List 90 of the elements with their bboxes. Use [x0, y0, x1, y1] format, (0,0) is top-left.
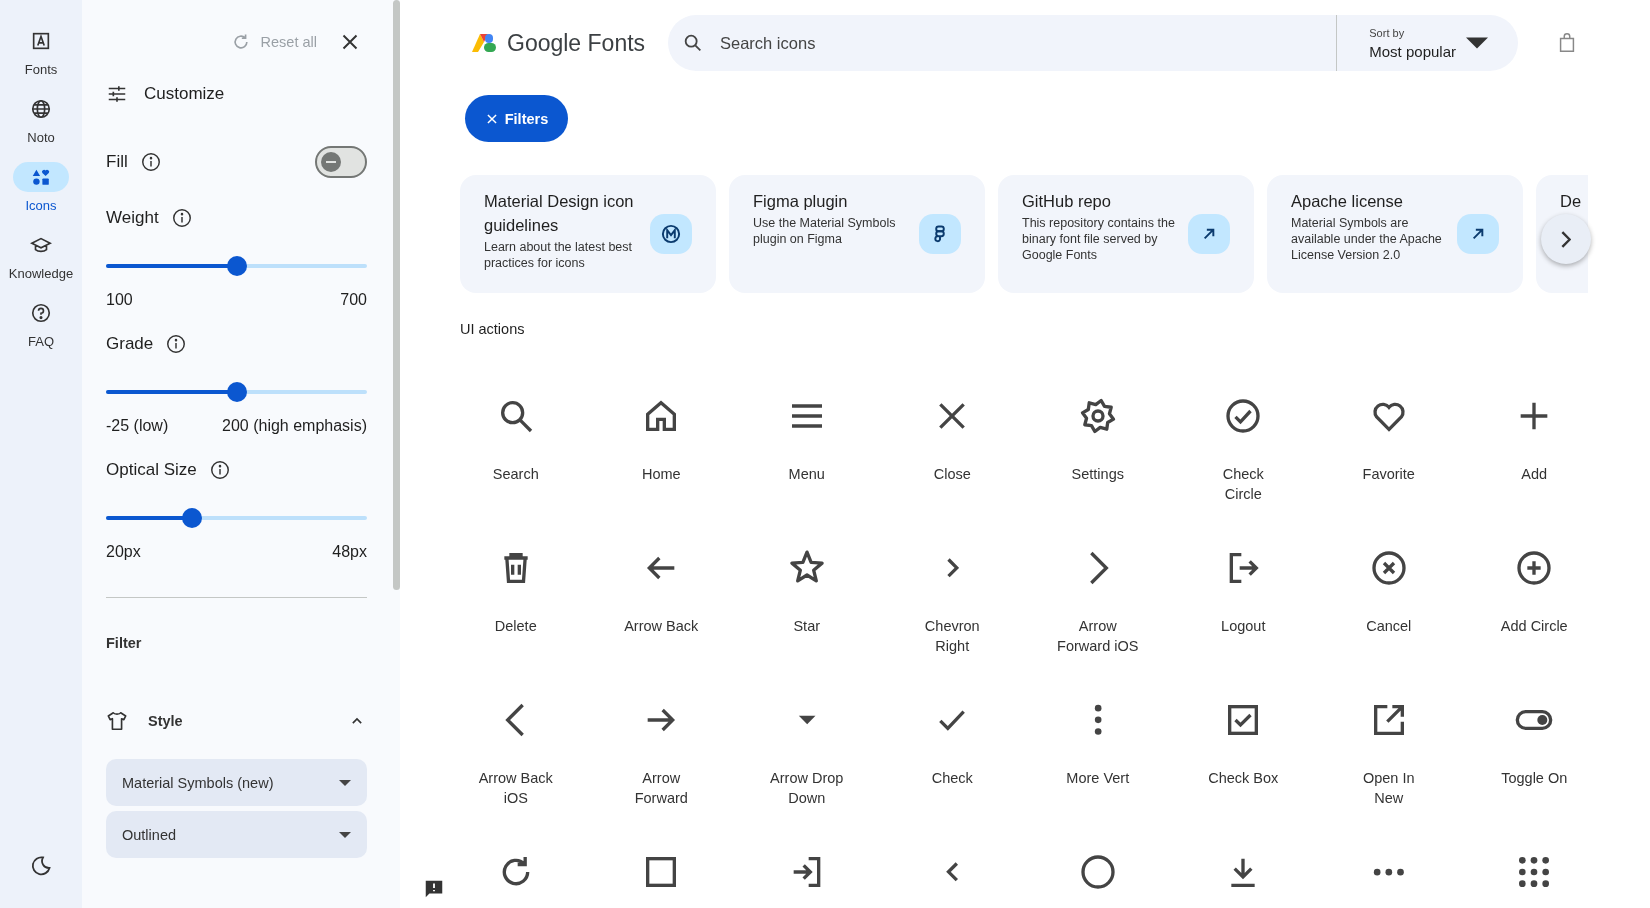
logo-text[interactable]: Google Fonts	[507, 29, 646, 57]
card-title: Material Design icon guidelines	[484, 191, 635, 236]
slider-label: Optical Size	[106, 460, 197, 480]
card-text: Learn about the latest best practices for icons	[484, 239, 634, 271]
card-text: Use the Material Symbols plugin on Figma	[753, 215, 897, 247]
info-card[interactable]: Material Design icon guidelines Learn about the latest best practices for icons	[460, 175, 716, 293]
search-field[interactable]: Search icons Sort by Most popular	[668, 15, 1518, 71]
slider-min-label: 20px	[106, 543, 141, 561]
slider-thumb[interactable]	[226, 382, 247, 402]
icon-tile[interactable]: Add	[1461, 370, 1607, 522]
globe-icon	[30, 98, 52, 120]
fill-toggle[interactable]	[315, 146, 367, 178]
chevron-right-icon	[945, 557, 959, 579]
icon-tile[interactable]: Toggle On	[1461, 674, 1607, 826]
caret-icon	[339, 779, 351, 786]
panel-title: Customize	[144, 84, 225, 104]
filter-heading: Filter	[106, 634, 143, 653]
scrollbar[interactable]	[393, 0, 400, 590]
more-vert-icon	[1093, 704, 1102, 736]
icon-tile[interactable]: Search	[443, 370, 589, 522]
card-text: Material Symbols are available under the Apache License Version 2.0	[1291, 215, 1443, 263]
moon-icon[interactable]	[29, 854, 53, 878]
shirt-icon	[106, 710, 128, 732]
section-title: UI actions	[460, 320, 526, 339]
font-icon	[30, 30, 52, 52]
icon-tile[interactable]: Favorite	[1316, 370, 1462, 522]
info-card[interactable]: Figma plugin Use the Material Symbols plugin on Figma	[729, 175, 985, 293]
nav-item[interactable]: FAQ	[0, 298, 82, 366]
icon-tile[interactable]: Settings	[1025, 370, 1171, 522]
info-card[interactable]: GitHub repo This repository contains the binary font file served by Google Fonts	[998, 175, 1254, 293]
card-title: GitHub repo	[1022, 191, 1112, 212]
nav-item[interactable]: Fonts	[0, 26, 82, 94]
icon-tile[interactable]: Check Box	[1170, 674, 1316, 826]
icon-tile[interactable]: Logout	[1170, 522, 1316, 674]
style-dropdown[interactable]: Material Symbols (new)	[106, 759, 367, 806]
icon-tile[interactable]: Check Circle	[1170, 370, 1316, 522]
slider-max-label: 200 (high emphasis)	[222, 417, 367, 435]
close-icon	[484, 111, 499, 126]
icon-tile[interactable]: Open In New	[1316, 674, 1462, 826]
info-card[interactable]: Apache license Material Symbols are available under the Apache License Version 2.0	[1267, 175, 1523, 293]
card-title: Figma plugin	[753, 191, 849, 212]
slider[interactable]	[106, 508, 367, 528]
icon-tile[interactable]: Chevron Right	[879, 522, 1025, 674]
filters-button[interactable]: Filters	[465, 95, 568, 142]
icon-tile[interactable]: Cancel	[1316, 522, 1462, 674]
icon-tile[interactable]: Check	[879, 674, 1025, 826]
icon-tile[interactable]: Add Circle	[1461, 522, 1607, 674]
sort-dropdown[interactable]: Sort by Most popular	[1336, 15, 1518, 71]
nav-item[interactable]: Icons	[0, 162, 82, 230]
help-icon	[30, 302, 52, 324]
icon-tile[interactable]: Arrow Forward	[588, 674, 734, 826]
icon-tile[interactable]: More Vert	[1025, 674, 1171, 826]
triangle-down-icon	[797, 715, 816, 725]
icon-tile[interactable]: Arrow Back iOS	[443, 674, 589, 826]
info-icon[interactable]	[208, 459, 231, 481]
slider-label: Weight	[106, 208, 159, 228]
slider-thumb[interactable]	[182, 508, 203, 528]
icon-tile[interactable]: Menu	[734, 370, 880, 522]
card-title: Apache license	[1291, 191, 1404, 212]
card-text: This repository contains the binary font file served by Google Fonts	[1022, 215, 1176, 263]
search-icon	[682, 32, 704, 54]
icon-tile[interactable]: Home	[588, 370, 734, 522]
tune-icon	[106, 83, 128, 105]
slider-max-label: 48px	[332, 543, 367, 561]
icon-tile[interactable]: Delete	[443, 522, 589, 674]
style-dropdown[interactable]: Outlined	[106, 811, 367, 858]
slider-max-label: 700	[340, 291, 367, 309]
slider-label: Grade	[106, 334, 154, 354]
chevron-right-icon	[1561, 230, 1571, 248]
nav-item[interactable]: Knowledge	[0, 230, 82, 298]
slider-min-label: -25 (low)	[106, 417, 169, 435]
slider-thumb[interactable]	[226, 256, 247, 276]
chevron-left-icon	[945, 861, 959, 883]
more-horiz-icon	[1372, 867, 1405, 877]
icon-tile[interactable]: Arrow Drop Down	[734, 674, 880, 826]
slider[interactable]	[106, 382, 367, 402]
icon-tile[interactable]: Close	[879, 370, 1025, 522]
slider[interactable]	[106, 256, 367, 276]
icon-tile[interactable]: Star	[734, 522, 880, 674]
icon-tile[interactable]: Arrow Forward iOS	[1025, 522, 1171, 674]
caret-icon	[339, 831, 351, 838]
nav-item[interactable]: Noto	[0, 94, 82, 162]
info-icon[interactable]	[170, 207, 193, 229]
info-icon[interactable]	[139, 151, 162, 173]
info-icon[interactable]	[165, 333, 188, 355]
slider-min-label: 100	[106, 291, 133, 309]
card-title: De	[1560, 191, 1583, 212]
fill-label: Fill	[106, 152, 128, 172]
style-label: Style	[148, 713, 183, 729]
icon-tile[interactable]: Arrow Back	[588, 522, 734, 674]
